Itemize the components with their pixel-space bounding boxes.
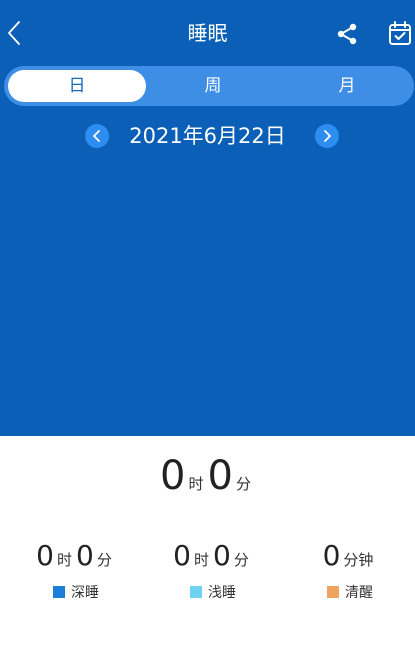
light-sleep-swatch xyxy=(190,586,202,598)
deep-hours-value: 0 xyxy=(36,539,54,572)
tab-day[interactable]: 日 xyxy=(8,70,146,102)
deep-sleep-swatch xyxy=(53,586,65,598)
period-segmented-control: 日 周 月 xyxy=(4,66,414,106)
light-sleep-label: 浅睡 xyxy=(208,585,236,601)
deep-hours-unit: 时 xyxy=(56,551,72,569)
awake-label: 清醒 xyxy=(345,585,373,601)
awake-stat: 0 分钟 清醒 xyxy=(281,536,415,602)
calendar-check-icon xyxy=(389,21,411,45)
share-button[interactable] xyxy=(332,19,362,49)
calendar-button[interactable] xyxy=(385,17,415,49)
light-minutes-value: 0 xyxy=(213,539,231,572)
app-header: 睡眠 xyxy=(0,0,415,64)
light-sleep-stat: 0时0分 浅睡 xyxy=(144,536,282,602)
deep-sleep-label: 深睡 xyxy=(71,585,99,601)
light-minutes-unit: 分 xyxy=(233,551,249,569)
chevron-right-icon xyxy=(324,130,331,142)
tab-week[interactable]: 周 xyxy=(144,70,282,102)
deep-minutes-value: 0 xyxy=(76,539,94,572)
deep-sleep-stat: 0时0分 深睡 xyxy=(7,536,145,602)
total-hours-unit: 时 xyxy=(188,475,204,493)
date-navigator: 2021年6月22日 xyxy=(0,118,415,154)
tab-month[interactable]: 月 xyxy=(280,70,414,102)
total-minutes-value: 0 xyxy=(207,453,233,499)
next-date-button[interactable] xyxy=(315,124,339,148)
total-hours-value: 0 xyxy=(160,453,186,499)
light-hours-unit: 时 xyxy=(193,551,209,569)
awake-minutes-value: 0 xyxy=(322,539,341,572)
light-hours-value: 0 xyxy=(173,539,191,572)
share-icon xyxy=(337,23,357,45)
awake-swatch xyxy=(327,586,339,598)
total-minutes-unit: 分 xyxy=(235,475,251,493)
total-sleep-duration: 0时0分 xyxy=(0,448,415,508)
awake-minutes-unit: 分钟 xyxy=(343,551,374,569)
deep-minutes-unit: 分 xyxy=(96,551,112,569)
current-date: 2021年6月22日 xyxy=(129,124,286,148)
